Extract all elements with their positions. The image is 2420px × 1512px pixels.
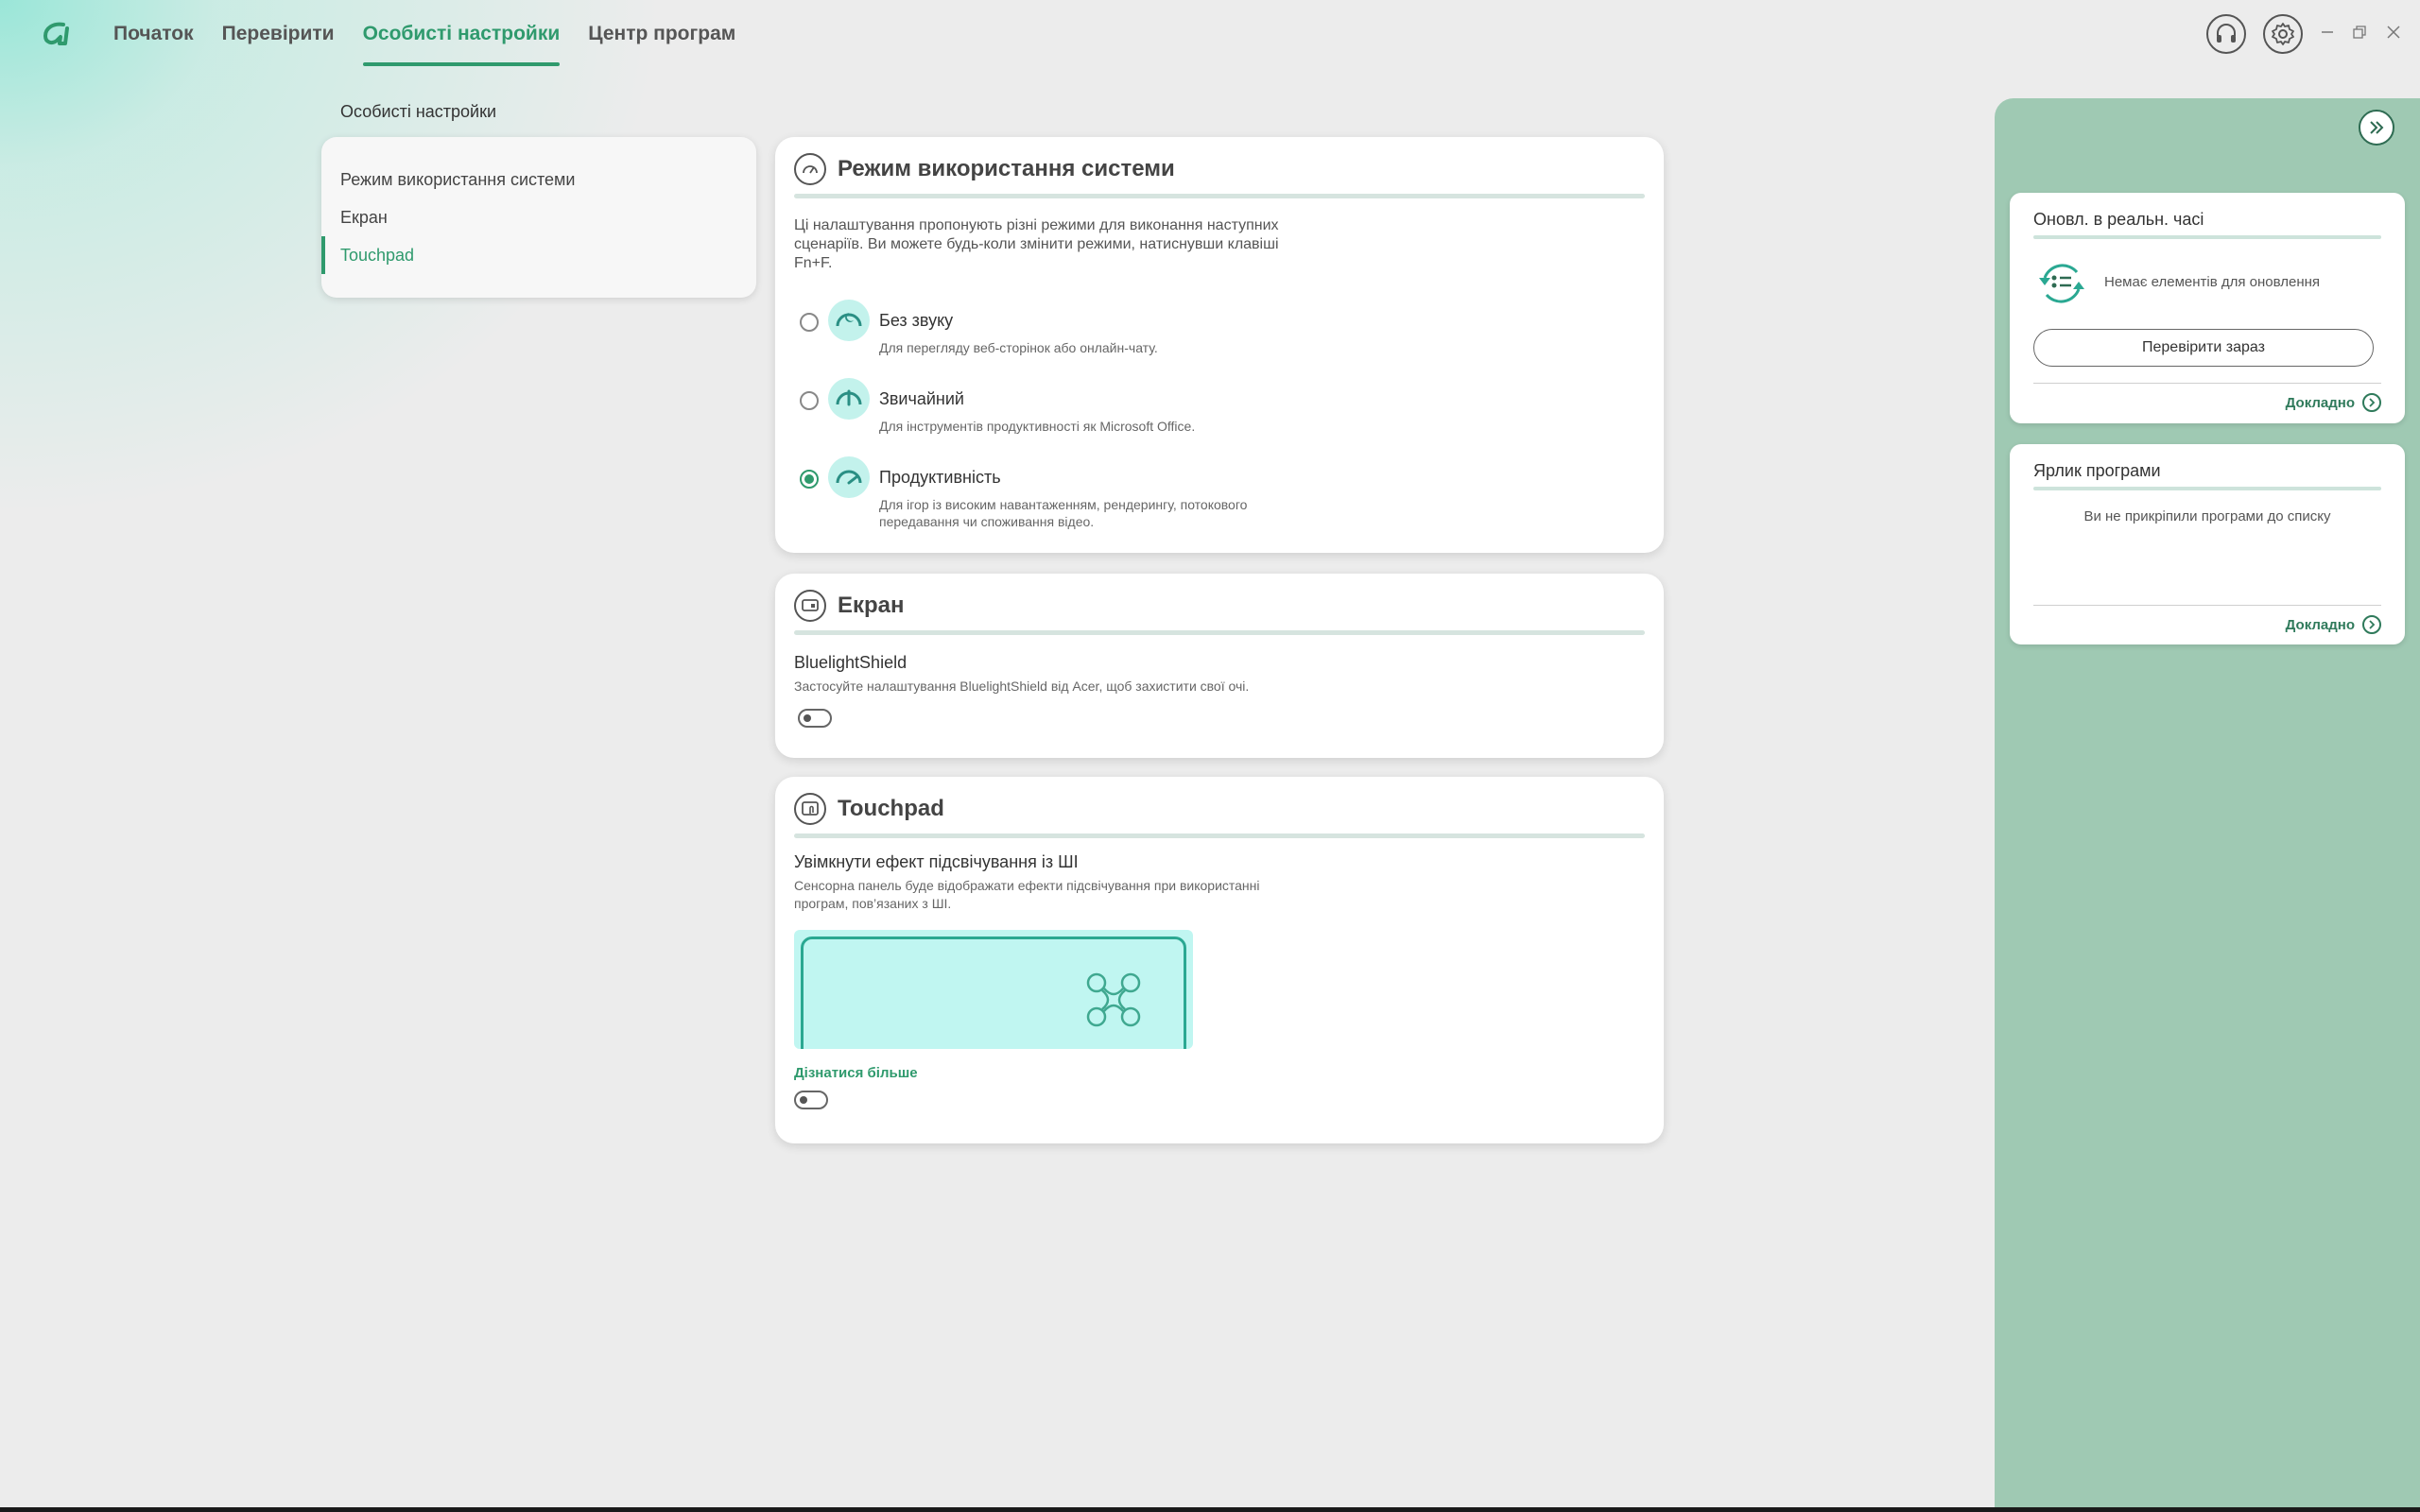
system-mode-card: Режим використання системи Ці налаштуван… bbox=[775, 137, 1664, 553]
no-shortcuts-text: Ви не прикріпили програми до списку bbox=[2083, 508, 2331, 524]
radio-performance[interactable] bbox=[800, 470, 819, 489]
double-chevron-right-icon bbox=[2370, 121, 2384, 134]
nav-personal-settings[interactable]: Особисті настройки bbox=[362, 0, 560, 66]
silent-mode-icon bbox=[828, 300, 870, 341]
subnav-item-system-mode[interactable]: Режим використання системи bbox=[321, 161, 756, 198]
system-mode-title: Режим використання системи bbox=[838, 156, 1175, 181]
divider bbox=[2033, 235, 2381, 239]
divider bbox=[2033, 487, 2381, 490]
subnav-item-screen[interactable]: Екран bbox=[321, 198, 756, 236]
system-mode-description: Ці налаштування пропонують різні режими … bbox=[794, 217, 1279, 271]
subnav-item-touchpad[interactable]: Touchpad bbox=[321, 236, 756, 274]
no-updates-text: Немає елементів для оновлення bbox=[2104, 274, 2321, 290]
mode-title-performance: Продуктивність bbox=[879, 468, 1001, 487]
divider bbox=[794, 630, 1645, 635]
radio-silent[interactable] bbox=[800, 313, 819, 332]
taskbar-edge bbox=[0, 1507, 2420, 1512]
close-icon bbox=[2387, 26, 2400, 39]
restore-button[interactable] bbox=[2346, 19, 2373, 45]
divider bbox=[794, 833, 1645, 838]
support-button[interactable] bbox=[2206, 14, 2246, 54]
mode-option-normal: Звичайний Для інструментів продуктивност… bbox=[794, 378, 1361, 444]
bluelight-toggle[interactable] bbox=[798, 709, 832, 728]
headset-icon bbox=[2217, 24, 2236, 43]
chevron-right-icon bbox=[2362, 615, 2381, 634]
chevron-right-icon bbox=[2362, 393, 2381, 412]
settings-subnav: Режим використання системи Екран Touchpa… bbox=[321, 137, 756, 298]
realtime-updates-card: Оновл. в реальн. часі Немає елементів дл… bbox=[2010, 193, 2405, 423]
mode-title-silent: Без звуку bbox=[879, 311, 954, 330]
shortcuts-more-label: Докладно bbox=[2285, 616, 2355, 633]
touchpad-title: Touchpad bbox=[838, 796, 944, 821]
bluelight-title: BluelightShield bbox=[794, 653, 908, 672]
screen-icon bbox=[794, 590, 826, 622]
gear-icon bbox=[2272, 23, 2294, 45]
divider bbox=[794, 194, 1645, 198]
mode-title-normal: Звичайний bbox=[879, 389, 964, 408]
ai-lighting-description: Сенсорна панель буде відображати ефекти … bbox=[794, 878, 1260, 911]
touchpad-card: Touchpad Увімкнути ефект підсвічування і… bbox=[775, 777, 1664, 1143]
realtime-updates-title: Оновл. в реальн. часі bbox=[2033, 210, 2204, 229]
ai-lighting-toggle[interactable] bbox=[794, 1091, 828, 1109]
screen-title: Екран bbox=[838, 593, 905, 618]
nav-app-center[interactable]: Центр програм bbox=[588, 0, 735, 66]
ai-sparkle-icon bbox=[1086, 972, 1141, 1027]
divider bbox=[2033, 383, 2381, 384]
speedometer-icon bbox=[794, 153, 826, 185]
system-mode-header: Режим використання системи bbox=[794, 150, 1645, 188]
mode-subtitle-performance: Для ігор із високим навантаженням, ренде… bbox=[879, 497, 1248, 529]
ai-lighting-title: Увімкнути ефект підсвічування із ШІ bbox=[794, 852, 1079, 871]
learn-more-link[interactable]: Дізнатися більше bbox=[794, 1065, 918, 1081]
restore-icon bbox=[2353, 26, 2366, 39]
performance-mode-icon bbox=[828, 456, 870, 498]
background-gradient bbox=[0, 0, 851, 662]
normal-mode-icon bbox=[828, 378, 870, 420]
mode-subtitle-silent: Для перегляду веб-сторінок або онлайн-ча… bbox=[879, 340, 1158, 355]
page-title: Особисті настройки bbox=[340, 102, 497, 121]
divider bbox=[2033, 605, 2381, 606]
mode-subtitle-normal: Для інструментів продуктивності як Micro… bbox=[879, 419, 1196, 434]
updates-more-label: Докладно bbox=[2285, 394, 2355, 411]
close-button[interactable] bbox=[2380, 19, 2407, 45]
settings-button[interactable] bbox=[2263, 14, 2303, 54]
screen-card: Екран BluelightShield Застосуйте налашту… bbox=[775, 574, 1664, 758]
minimize-icon bbox=[2322, 31, 2333, 33]
screen-header: Екран bbox=[794, 587, 1645, 625]
top-nav: Початок Перевірити Особисті настройки Це… bbox=[113, 0, 735, 66]
radio-normal[interactable] bbox=[800, 391, 819, 410]
touchpad-header: Touchpad bbox=[794, 790, 1645, 828]
right-panel: Оновл. в реальн. часі Немає елементів дл… bbox=[1995, 98, 2420, 1512]
nav-check[interactable]: Перевірити bbox=[222, 0, 335, 66]
mode-option-performance: Продуктивність Для ігор із високим наван… bbox=[794, 456, 1361, 529]
touchpad-icon bbox=[794, 793, 826, 825]
nav-home[interactable]: Початок bbox=[113, 0, 194, 66]
update-refresh-icon bbox=[2039, 264, 2084, 303]
bluelight-description: Застосуйте налаштування BluelightShield … bbox=[794, 679, 1250, 694]
acer-logo bbox=[43, 22, 69, 45]
app-shortcut-card: Ярлик програми Ви не прикріпили програми… bbox=[2010, 444, 2405, 644]
mode-option-silent: Без звуку Для перегляду веб-сторінок або… bbox=[794, 300, 1361, 366]
check-now-button[interactable]: Перевірити зараз bbox=[2033, 329, 2374, 367]
touchpad-preview bbox=[794, 930, 1193, 1049]
updates-more-link[interactable]: Докладно bbox=[2286, 393, 2381, 412]
app-shortcut-title: Ярлик програми bbox=[2033, 461, 2161, 480]
shortcuts-more-link[interactable]: Докладно bbox=[2286, 615, 2381, 634]
minimize-button[interactable] bbox=[2314, 19, 2341, 45]
collapse-panel-button[interactable] bbox=[2359, 110, 2394, 146]
